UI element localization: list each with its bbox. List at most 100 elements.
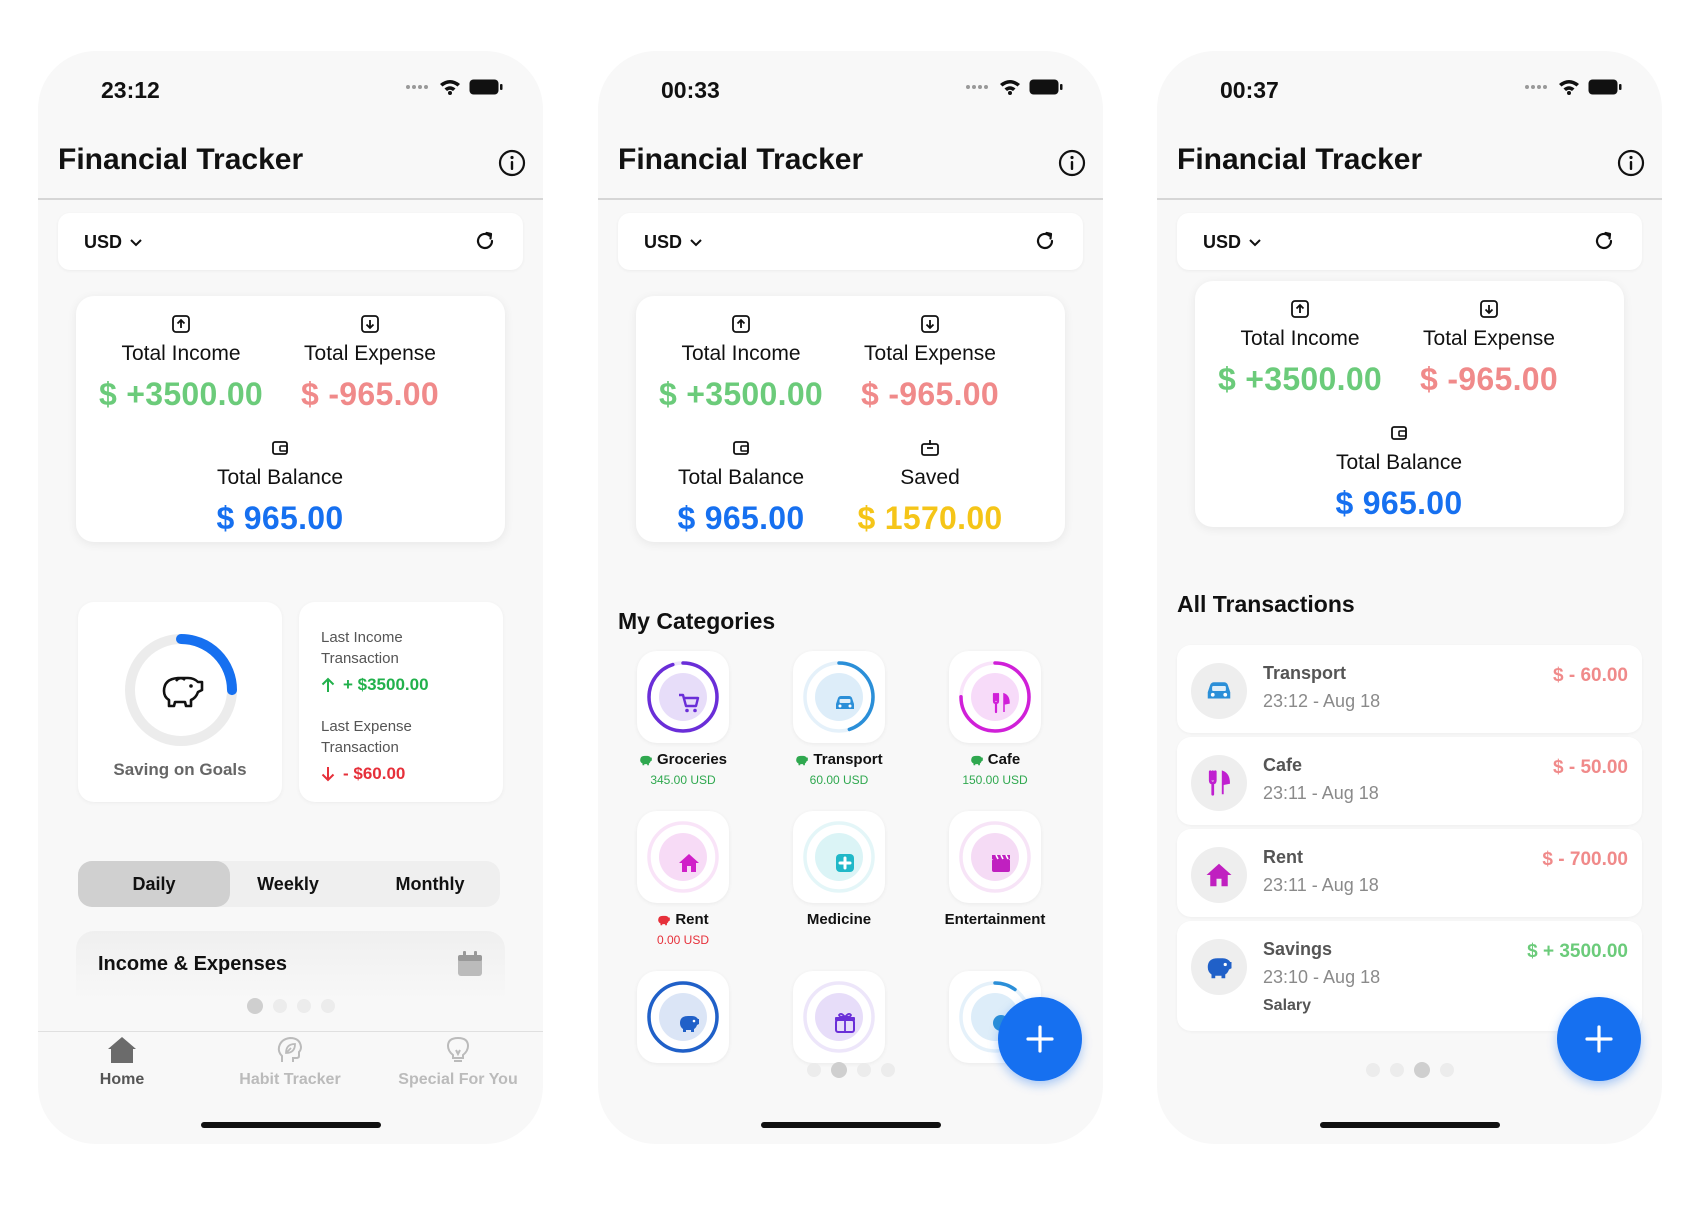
page-dot[interactable]: [806, 1063, 821, 1077]
balance-value: $ 965.00: [216, 500, 344, 536]
currency-label: USD: [644, 232, 683, 252]
category-item[interactable]: [760, 971, 918, 1063]
categories-title: My Categories: [618, 608, 776, 634]
income-stat: Total Income $ +3500.00: [1195, 299, 1405, 398]
piggy-badge-icon: [796, 755, 809, 765]
transaction-row[interactable]: Cafe 23:11 - Aug 18 $ - 50.00: [1177, 737, 1642, 825]
categories-screen: 00:33 Financial Tracker USD Total Income…: [598, 51, 1103, 1144]
page-dot[interactable]: [1389, 1063, 1404, 1077]
page-dot[interactable]: [1439, 1063, 1454, 1077]
page-dot[interactable]: [1413, 1062, 1430, 1078]
piggy-badge-icon: [970, 755, 983, 765]
balance-stat: Total Balance $ 965.00: [1294, 423, 1504, 522]
category-amount: 0.00 USD: [656, 933, 710, 947]
app-title: Financial Tracker: [58, 143, 304, 176]
category-tile[interactable]: [793, 811, 885, 903]
page-dot[interactable]: [246, 998, 263, 1014]
nav-home-label: Home: [99, 1071, 145, 1088]
refresh-icon[interactable]: [1033, 229, 1057, 253]
transaction-amount: $ - 60.00: [1553, 665, 1628, 686]
currency-selector[interactable]: USD: [84, 232, 142, 253]
battery-icon: [1588, 79, 1622, 95]
summary-card: Total Income $ +3500.00 Total Expense $ …: [636, 296, 1065, 542]
page-dot[interactable]: [830, 1062, 847, 1078]
chevron-down-icon: [690, 238, 702, 246]
period-daily[interactable]: Daily: [78, 861, 230, 907]
category-tile[interactable]: [637, 811, 729, 903]
expense-label: Total Expense: [1423, 327, 1555, 350]
balance-label: Total Balance: [677, 466, 805, 489]
nav-habit-tracker[interactable]: Habit Tracker: [206, 1036, 374, 1089]
piggy-badge-icon: [640, 755, 652, 765]
transaction-icon: [1191, 755, 1247, 811]
category-amount: 150.00 USD: [962, 773, 1028, 787]
category-name-text: Groceries: [656, 751, 728, 768]
last-expense-value: - $60.00: [343, 764, 406, 783]
page-dot[interactable]: [856, 1063, 871, 1077]
category-item[interactable]: Transport 60.00 USD: [760, 651, 918, 787]
currency-selector[interactable]: USD: [644, 232, 702, 253]
expense-value: $ -965.00: [861, 376, 999, 412]
period-monthly[interactable]: Monthly: [360, 861, 500, 907]
category-name: Groceries: [604, 751, 762, 768]
category-item[interactable]: Rent 0.00 USD: [604, 811, 762, 947]
income-label: Total Income: [681, 342, 801, 365]
income-value: $ +3500.00: [1217, 361, 1383, 397]
transaction-icon: [1191, 847, 1247, 903]
category-item[interactable]: Medicine: [760, 811, 918, 928]
transaction-amount: $ - 700.00: [1542, 849, 1628, 870]
expense-stat: Total Expense $ -965.00: [825, 314, 1035, 413]
currency-selector[interactable]: USD: [1203, 232, 1261, 253]
transaction-row[interactable]: Rent 23:11 - Aug 18 $ - 700.00: [1177, 829, 1642, 917]
refresh-icon[interactable]: [473, 229, 497, 253]
income-expenses-card[interactable]: Income & Expenses: [76, 931, 505, 1001]
category-name: Cafe: [916, 751, 1074, 768]
header-divider: [1157, 198, 1662, 200]
piggy-badge-icon: [658, 915, 671, 925]
expense-stat: Total Expense $ -965.00: [1384, 299, 1594, 398]
info-icon[interactable]: [1616, 148, 1646, 178]
page-dot[interactable]: [1365, 1063, 1380, 1077]
category-tile[interactable]: [793, 651, 885, 743]
category-item[interactable]: Groceries 345.00 USD: [604, 651, 762, 787]
header-divider: [598, 198, 1103, 200]
transaction-row[interactable]: Transport 23:12 - Aug 18 $ - 60.00: [1177, 645, 1642, 733]
add-button[interactable]: [1557, 997, 1641, 1081]
expense-label: Total Expense: [864, 342, 996, 365]
gift-icon: [835, 1012, 855, 1033]
category-item[interactable]: Entertainment: [916, 811, 1074, 928]
refresh-icon[interactable]: [1592, 229, 1616, 253]
nav-habit-label: Habit Tracker: [239, 1071, 341, 1088]
add-button[interactable]: [998, 997, 1082, 1081]
period-weekly[interactable]: Weekly: [218, 861, 358, 907]
nav-special[interactable]: Special For You: [374, 1036, 542, 1089]
signal-icon: [966, 85, 988, 89]
transaction-name: Cafe: [1263, 755, 1303, 775]
category-item[interactable]: [604, 971, 762, 1063]
nav-home[interactable]: Home: [38, 1036, 206, 1089]
category-tile[interactable]: [949, 811, 1041, 903]
transaction-time: 23:11 - Aug 18: [1263, 783, 1379, 803]
saving-goals-card[interactable]: Saving on Goals: [78, 602, 282, 802]
summary-card: Total Income $ +3500.00 Total Expense $ …: [76, 296, 505, 542]
info-icon[interactable]: [1057, 148, 1087, 178]
calendar-icon[interactable]: [457, 951, 483, 977]
saved-label: Saved: [900, 466, 960, 489]
category-name-text: Transport: [813, 751, 883, 768]
page-dot[interactable]: [880, 1063, 895, 1077]
category-tile[interactable]: [637, 651, 729, 743]
category-tile[interactable]: [949, 651, 1041, 743]
page-dot[interactable]: [296, 999, 311, 1013]
transaction-icon: [1191, 663, 1247, 719]
header-divider: [38, 198, 543, 200]
page-dot[interactable]: [272, 999, 287, 1013]
category-tile[interactable]: [793, 971, 885, 1063]
page-dot[interactable]: [320, 999, 335, 1013]
info-icon[interactable]: [497, 148, 527, 178]
wallet-icon: [272, 441, 288, 455]
category-tile[interactable]: [637, 971, 729, 1063]
category-item[interactable]: Cafe 150.00 USD: [916, 651, 1074, 787]
cart-icon: [679, 693, 700, 713]
summary-card: Total Income $ +3500.00 Total Expense $ …: [1195, 281, 1624, 527]
upload-box-icon: [172, 315, 190, 333]
